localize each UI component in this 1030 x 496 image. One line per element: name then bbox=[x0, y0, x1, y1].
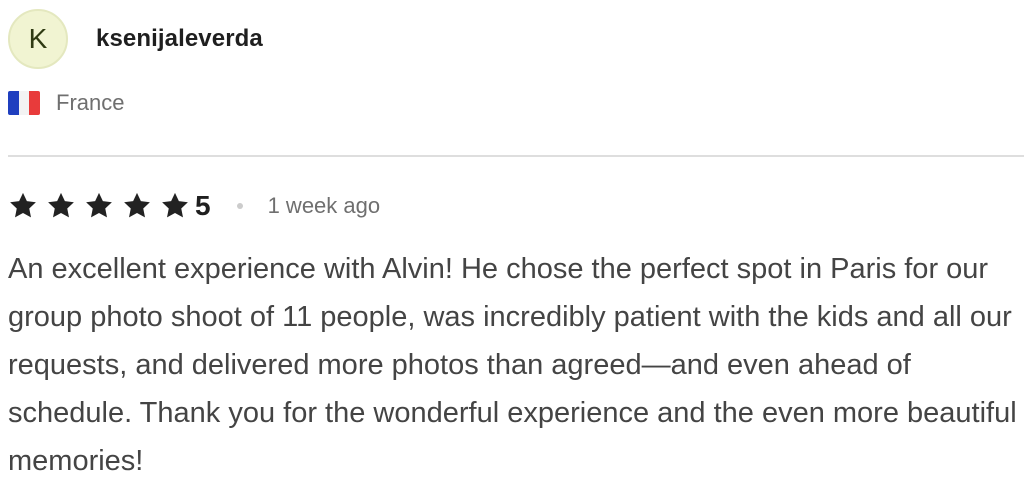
star-icon bbox=[124, 192, 150, 218]
star-icon bbox=[48, 192, 74, 218]
review-card: K ksenijaleverda France 5 1 week ago An … bbox=[0, 0, 1030, 496]
star-icon bbox=[162, 192, 188, 218]
divider bbox=[8, 155, 1024, 157]
rating-value: 5 bbox=[195, 190, 211, 221]
star-rating bbox=[8, 191, 190, 221]
review-timestamp: 1 week ago bbox=[267, 193, 381, 218]
rating-row: 5 1 week ago bbox=[8, 191, 380, 221]
avatar: K bbox=[8, 9, 68, 69]
reviewer-header: K ksenijaleverda bbox=[8, 9, 263, 69]
separator-dot bbox=[236, 203, 243, 209]
star-icon bbox=[10, 192, 36, 218]
review-text: An excellent experience with Alvin! He c… bbox=[8, 253, 1017, 477]
reviewer-country: France bbox=[56, 90, 125, 115]
reviewer-name: ksenijaleverda bbox=[96, 25, 263, 52]
france-flag-icon bbox=[8, 91, 40, 115]
star-icon bbox=[86, 192, 112, 218]
reviewer-country-row: France bbox=[8, 90, 124, 116]
